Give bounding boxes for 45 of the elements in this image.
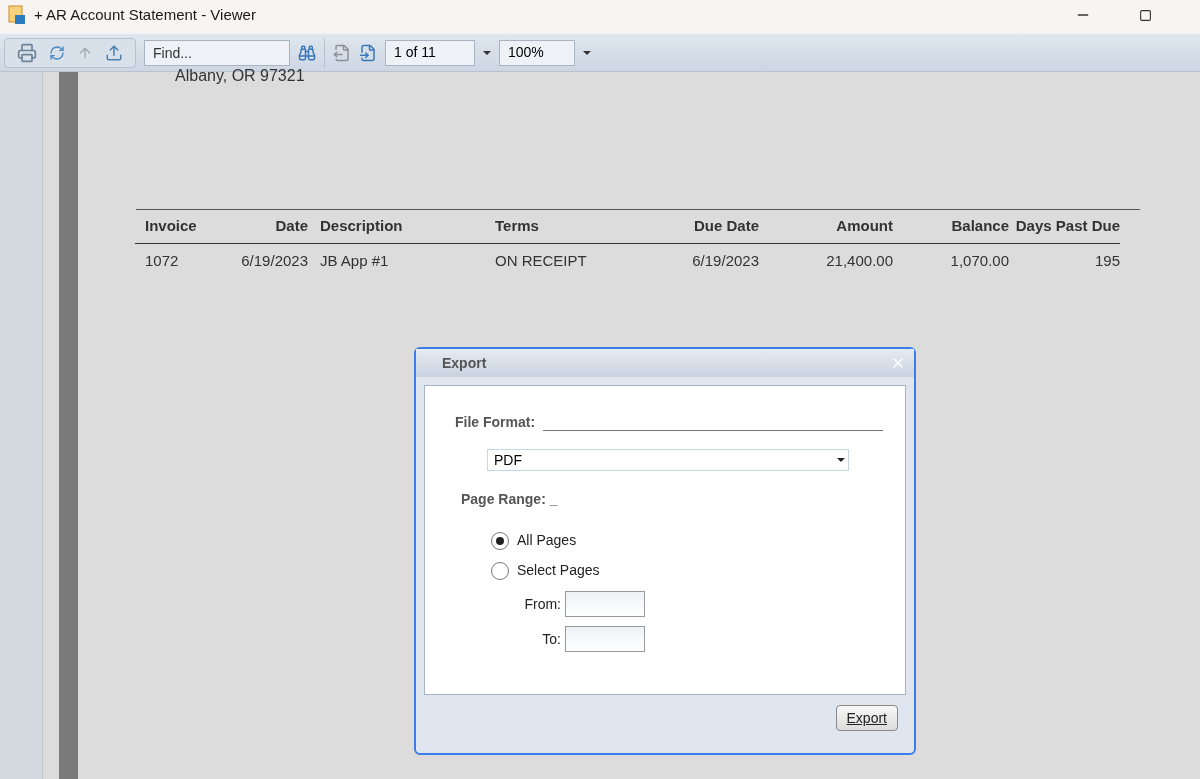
column-header: Description bbox=[320, 216, 404, 236]
column-header: Invoice bbox=[145, 216, 198, 236]
address-text: Albany, OR 97321 bbox=[174, 68, 306, 84]
radio-option[interactable]: All Pages bbox=[491, 530, 883, 551]
table-cell-text: 1,070.00 bbox=[949, 250, 1009, 271]
maximize-icon[interactable] bbox=[1139, 8, 1152, 22]
print-icon[interactable] bbox=[17, 42, 37, 63]
refresh-icon[interactable] bbox=[49, 44, 65, 61]
format-select[interactable]: PDF bbox=[487, 449, 849, 471]
field-label: Page Range: _ bbox=[461, 490, 559, 509]
field-label: File Format: bbox=[455, 413, 536, 432]
radio-option[interactable]: Select Pages bbox=[491, 560, 883, 581]
field-label: To: bbox=[541, 629, 562, 649]
column-header: Amount bbox=[835, 216, 893, 236]
next-page-icon[interactable] bbox=[359, 43, 377, 62]
table-cell-text: 21,400.00 bbox=[825, 250, 893, 271]
caret-icon[interactable] bbox=[837, 458, 845, 462]
column-header: Days Past Due bbox=[1014, 216, 1120, 236]
to-field[interactable] bbox=[565, 626, 645, 652]
table-cell-text: 6/19/2023 bbox=[240, 250, 309, 271]
export-button[interactable]: Export bbox=[835, 705, 898, 731]
table-cell-text: ON RECEIPT bbox=[495, 250, 588, 271]
column-header: Terms bbox=[495, 216, 540, 236]
window-title: + AR Account Statement - Viewer bbox=[34, 4, 256, 25]
find-field[interactable]: Find... bbox=[144, 39, 290, 66]
caret-icon[interactable] bbox=[483, 50, 491, 55]
field-label: From: bbox=[523, 594, 562, 614]
radio-button[interactable] bbox=[491, 531, 509, 550]
caret-icon[interactable] bbox=[583, 50, 591, 55]
table-cell-text: 6/19/2023 bbox=[691, 250, 759, 271]
table-cell-text: 1072 bbox=[145, 250, 180, 271]
page-field[interactable]: 1 of 11 bbox=[385, 39, 475, 66]
table-cell-text: 195 bbox=[1093, 250, 1120, 271]
column-header: Date bbox=[274, 216, 309, 236]
column-header: Due Date bbox=[692, 216, 759, 236]
radio-button[interactable] bbox=[491, 561, 509, 580]
find-icon[interactable] bbox=[298, 43, 316, 62]
zoom-field[interactable]: 100% bbox=[499, 39, 575, 66]
app-icon bbox=[8, 5, 26, 25]
dialog-title: Export bbox=[442, 353, 487, 373]
column-header: Balance bbox=[950, 216, 1009, 236]
previous-page-icon[interactable] bbox=[333, 43, 351, 62]
from-field[interactable] bbox=[565, 591, 645, 617]
export-icon[interactable] bbox=[105, 43, 123, 62]
table-cell-text: JB App #1 bbox=[320, 250, 390, 271]
